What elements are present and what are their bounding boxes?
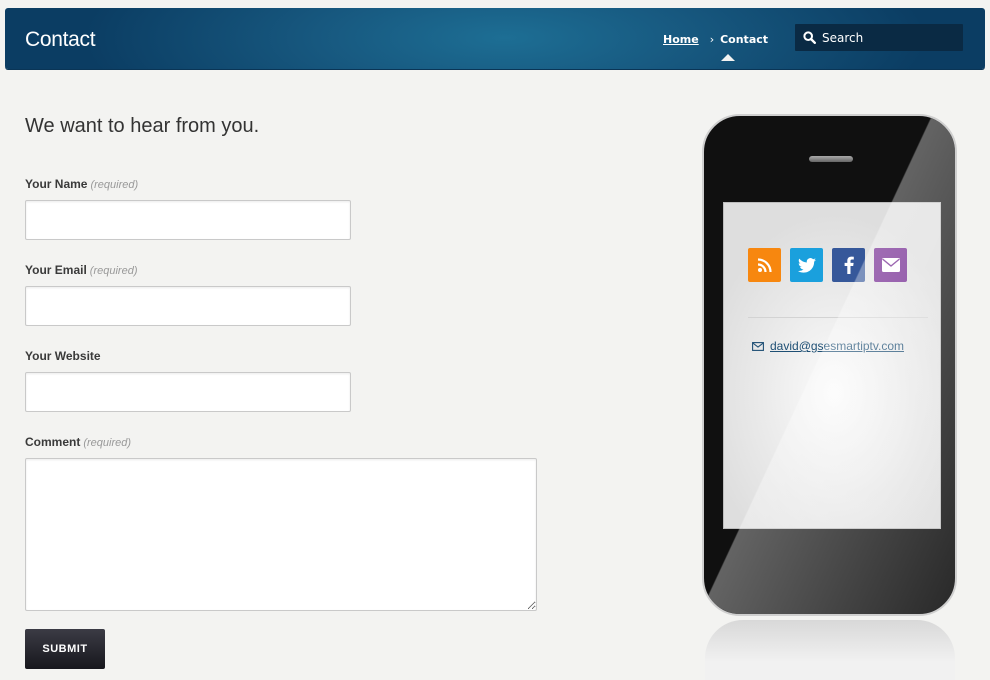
- comment-label-text: Comment: [25, 435, 81, 449]
- active-page-indicator: [721, 54, 735, 61]
- divider: [748, 317, 928, 318]
- twitter-icon: [797, 257, 816, 273]
- phone-reflection: [705, 620, 955, 680]
- envelope-outline-icon: [752, 341, 764, 351]
- page-header: Contact Home › Contact: [5, 8, 985, 69]
- name-label: Your Name (required): [25, 177, 138, 191]
- social-icons: [748, 248, 907, 282]
- rss-icon: [757, 258, 772, 273]
- breadcrumb-current: Contact: [720, 33, 769, 46]
- search-input[interactable]: [822, 30, 952, 45]
- page-title: Contact: [25, 28, 96, 51]
- comment-textarea[interactable]: [25, 458, 537, 611]
- phone-mockup: david@gsesmartiptv.com: [702, 114, 957, 616]
- contact-email-link[interactable]: david@gsesmartiptv.com: [770, 339, 904, 353]
- contact-email-row: david@gsesmartiptv.com: [752, 339, 904, 353]
- rss-button[interactable]: [748, 248, 781, 282]
- phone-screen: david@gsesmartiptv.com: [723, 202, 941, 529]
- website-label: Your Website: [25, 349, 101, 363]
- name-label-text: Your Name: [25, 177, 88, 191]
- email-label-text: Your Email: [25, 263, 87, 277]
- twitter-button[interactable]: [790, 248, 823, 282]
- required-note: (required): [83, 437, 132, 449]
- email-input[interactable]: [25, 286, 351, 326]
- name-input[interactable]: [25, 200, 351, 240]
- website-input[interactable]: [25, 372, 351, 412]
- email-label: Your Email (required): [25, 263, 137, 277]
- facebook-icon: [844, 256, 854, 274]
- facebook-button[interactable]: [832, 248, 865, 282]
- envelope-icon: [881, 258, 900, 272]
- search-box[interactable]: [795, 24, 963, 51]
- required-note: (required): [90, 179, 139, 191]
- required-note: (required): [89, 265, 138, 277]
- form-headline: We want to hear from you.: [25, 115, 260, 137]
- breadcrumb: Home › Contact: [663, 33, 768, 46]
- breadcrumb-separator: ›: [709, 33, 715, 46]
- submit-button[interactable]: SUBMIT: [25, 629, 105, 669]
- breadcrumb-home-link[interactable]: Home: [663, 33, 699, 46]
- phone-speaker: [809, 156, 853, 162]
- search-icon: [803, 31, 816, 44]
- comment-label: Comment (required): [25, 435, 131, 449]
- website-label-text: Your Website: [25, 349, 101, 363]
- email-button[interactable]: [874, 248, 907, 282]
